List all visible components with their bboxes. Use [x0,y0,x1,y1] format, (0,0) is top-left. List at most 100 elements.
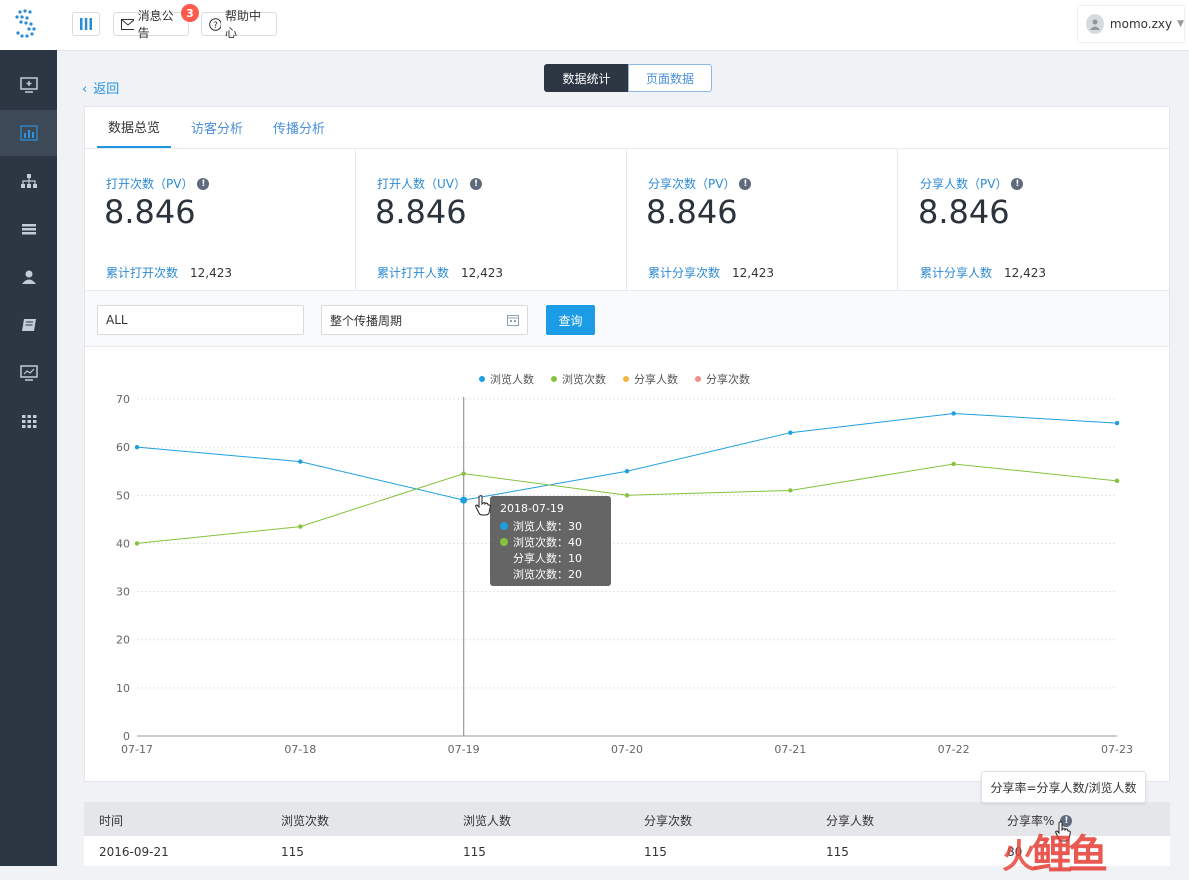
data-point [788,430,793,435]
nav-list[interactable] [0,206,57,252]
cell-visitors: 115 [463,845,486,859]
stat-total-label: 累计打开人数 [377,266,450,280]
chevron-down-icon: ▼ [1177,19,1184,29]
data-point [1114,478,1120,484]
data-point [134,541,140,546]
x-tick-label: 07-20 [611,743,643,756]
sitemap-icon [20,174,37,188]
stat-total: 累计分享次数 12,423 [648,264,774,281]
tooltip-date: 2018-07-19 [500,502,564,515]
stat-label: 分享人数（PV）! [920,175,1024,192]
tab-data-statistics[interactable]: 数据统计 [544,64,629,92]
stat-label-text: 打开次数（PV） [106,177,194,191]
info-icon[interactable]: ! [1011,177,1024,190]
data-point [788,488,793,493]
data-point [298,459,303,464]
data-point [951,461,956,467]
nav-add-screen[interactable] [0,62,57,108]
stat-total-value: 12,423 [190,266,233,280]
back-label: 返回 [93,82,120,97]
stat-label: 打开次数（PV）! [106,175,210,192]
user-name: momo.zxy [1109,17,1173,31]
stat-share-users: 分享人数（PV）! 8.846 累计分享人数 12,423 [899,148,1169,291]
sidebar [0,0,57,866]
stat-total: 累计分享人数 12,423 [920,264,1046,281]
nav-books[interactable] [0,302,57,348]
tooltip-row: 浏览次数：20 [513,566,582,582]
x-tick-label: 07-18 [284,743,316,756]
legend-label: 浏览人数 [490,372,534,386]
cell-time: 2016-09-21 [99,845,169,859]
period-date-picker[interactable]: 整个传播周期 [321,305,528,335]
logo [0,0,57,50]
col-visitors: 浏览人数 [463,814,512,828]
grid-icon [21,415,36,428]
tooltip-row-text: 浏览人数：30 [513,520,582,533]
y-tick-label: 0 [123,730,130,743]
stat-label-text: 分享次数（PV） [648,177,736,191]
stat-total-label: 累计打开次数 [106,266,179,280]
back-link[interactable]: ‹ 返回 [82,78,119,97]
y-tick-label: 40 [116,537,130,550]
watermark-text: 鲤鱼 [1032,831,1108,878]
legend-label: 浏览次数 [562,372,606,386]
help-center-button[interactable]: ? 帮助中心 [201,9,277,40]
legend-label: 分享人数 [634,372,678,386]
notice-label: 消息公告 [137,9,174,40]
query-button[interactable]: 查询 [546,305,595,335]
logo-icon [15,9,36,38]
nav-structure[interactable] [0,158,57,204]
menu-toggle-button[interactable] [72,12,100,36]
filter-bar: ALL 整个传播周期 查询 [85,290,1169,347]
y-tick-label: 70 [116,393,130,406]
chevron-left-icon: ‹ [82,82,88,97]
nav-users[interactable] [0,254,57,300]
stat-label-text: 分享人数（PV） [920,177,1008,191]
tab-data-overview[interactable]: 数据总览 [97,107,171,148]
x-tick-label: 07-21 [774,743,806,756]
user-menu[interactable]: momo.zxy ▼ [1077,5,1185,43]
chart-tooltip: 2018-07-19 浏览人数：30 浏览次数：40 分享人数：10 浏览次数：… [490,496,611,586]
info-icon[interactable]: ! [739,177,752,190]
stat-total-value: 12,423 [1004,266,1047,280]
watermark-mark: 火 [1002,837,1036,877]
col-shares: 分享次数 [644,814,693,828]
nav-apps[interactable] [0,398,57,444]
legend-marker [623,376,629,382]
mail-icon [121,18,134,30]
info-icon[interactable]: ! [197,177,210,190]
svg-text:?: ? [213,21,218,31]
tab-spread-analysis[interactable]: 传播分析 [264,107,334,148]
tab-page-data[interactable]: 页面数据 [628,64,712,92]
stat-total: 累计打开人数 12,423 [377,264,503,281]
user-avatar-icon [1089,19,1100,30]
scope-select[interactable]: ALL [97,305,304,335]
stat-open-users: 打开人数（UV）! 8.846 累计打开人数 12,423 [356,148,627,291]
book-icon [21,319,36,331]
data-point [134,444,140,450]
x-tick-label: 07-23 [1101,743,1133,756]
y-tick-label: 30 [116,586,130,599]
help-label: 帮助中心 [224,9,261,40]
series-line [136,412,1118,501]
notice-button[interactable]: 消息公告 3 [113,4,199,40]
tooltip-row: 浏览次数：40 [500,534,582,550]
col-views: 浏览次数 [281,814,330,828]
info-icon[interactable]: ! [470,177,482,190]
stat-open-count: 打开次数（PV）! 8.846 累计打开次数 12,423 [85,148,356,291]
col-time: 时间 [99,814,124,828]
nav-screen-analytics[interactable] [0,350,57,396]
stat-value: 8.846 [646,193,738,231]
stat-total-value: 12,423 [461,266,504,280]
watermark: 火鲤鱼 [1002,822,1108,880]
nav-statistics[interactable] [0,110,57,156]
legend-marker [695,376,701,382]
series-line [136,463,1118,544]
cell-sharers: 115 [826,845,849,859]
period-value: 整个传播周期 [330,313,403,328]
series-dot-icon [500,538,508,546]
calendar-icon [507,315,519,326]
x-tick-label: 07-17 [121,743,153,756]
tab-visitor-analysis[interactable]: 访客分析 [182,107,252,148]
tooltip-row: 分享人数：10 [513,550,582,566]
